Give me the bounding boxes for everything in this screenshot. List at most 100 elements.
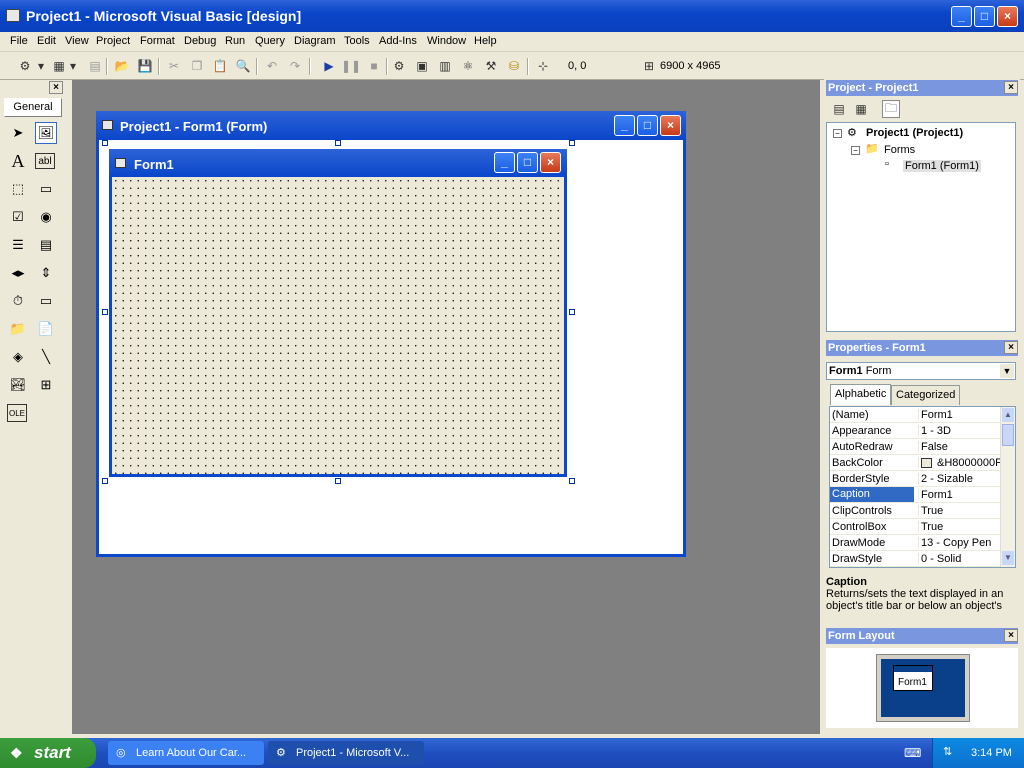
property-grid-scrollbar[interactable]: ▲ ▼	[1000, 407, 1015, 567]
property-row[interactable]: DrawStyle 0 - Solid	[830, 551, 1000, 567]
picturebox-tool-icon[interactable]: 🖼	[35, 122, 57, 144]
view-object-icon[interactable]: ▦	[852, 100, 870, 118]
vscrollbar-tool-icon[interactable]: ⇕	[35, 262, 57, 284]
resize-handle[interactable]	[335, 478, 341, 484]
data-view-icon[interactable]: ⛁	[505, 57, 523, 75]
minimize-button[interactable]: _	[951, 6, 972, 27]
toolbox-icon[interactable]: ⚒	[482, 57, 500, 75]
menu-add-ins[interactable]: Add-Ins	[379, 35, 417, 47]
collapse-icon[interactable]: −	[851, 146, 860, 155]
property-row[interactable]: (Name) Form1	[830, 407, 1000, 423]
resize-handle[interactable]	[569, 309, 575, 315]
menu-editor-icon[interactable]: ▤	[86, 57, 104, 75]
add-project-icon[interactable]: ⚙	[16, 57, 34, 75]
property-row[interactable]: DrawMode 13 - Copy Pen	[830, 535, 1000, 551]
menu-view[interactable]: View	[65, 35, 89, 47]
form1-title-bar[interactable]: Form1 _ □ ×	[109, 149, 567, 177]
listbox-tool-icon[interactable]: ▤	[35, 234, 57, 256]
object-selector-combo[interactable]: Form1 Form ▼	[826, 362, 1016, 380]
filelistbox-tool-icon[interactable]: 📄	[35, 318, 57, 340]
copy-icon[interactable]: ❐	[188, 57, 206, 75]
commandbutton-tool-icon[interactable]: ▭	[35, 178, 57, 200]
scroll-thumb[interactable]	[1002, 424, 1014, 446]
menu-run[interactable]: Run	[225, 35, 245, 47]
optionbutton-tool-icon[interactable]: ◉	[35, 206, 57, 228]
scroll-down-icon[interactable]: ▼	[1002, 551, 1014, 565]
chevron-down-icon[interactable]: ▾	[36, 57, 46, 75]
form1-minimize-button[interactable]: _	[494, 152, 515, 173]
menu-edit[interactable]: Edit	[37, 35, 56, 47]
data-tool-icon[interactable]: ⊞	[35, 374, 57, 396]
start-run-icon[interactable]: ▶	[320, 57, 338, 75]
menu-query[interactable]: Query	[255, 35, 285, 47]
property-row[interactable]: BackColor &H8000000F	[830, 455, 1000, 471]
close-button[interactable]: ×	[997, 6, 1018, 27]
tree-node-project1[interactable]: Project1 (Project1)	[866, 127, 963, 139]
label-tool-icon[interactable]: A	[7, 150, 29, 172]
stop-icon[interactable]: ■	[365, 57, 383, 75]
save-icon[interactable]: 💾	[136, 57, 154, 75]
property-row-selected[interactable]: Caption Form1	[830, 487, 1000, 503]
resize-handle[interactable]	[102, 309, 108, 315]
property-row[interactable]: ControlBox True	[830, 519, 1000, 535]
keyboard-icon[interactable]: ⌨	[904, 746, 921, 760]
property-row[interactable]: BorderStyle 2 - Sizable	[830, 471, 1000, 487]
frame-tool-icon[interactable]: ⬚	[7, 178, 29, 200]
properties-close-button[interactable]: ×	[1004, 341, 1018, 354]
drivelistbox-tool-icon[interactable]: ▭	[35, 290, 57, 312]
property-row[interactable]: Appearance 1 - 3D	[830, 423, 1000, 439]
form-designer-title-bar[interactable]: Project1 - Form1 (Form) _ □ ×	[96, 111, 686, 140]
toolbox-close-button[interactable]: ×	[49, 81, 63, 94]
find-icon[interactable]: 🔍	[234, 57, 252, 75]
resize-handle[interactable]	[335, 140, 341, 146]
chevron-down-icon[interactable]: ▼	[1000, 364, 1014, 378]
property-row[interactable]: ClipControls True	[830, 503, 1000, 519]
project-explorer-close-button[interactable]: ×	[1004, 81, 1018, 94]
menu-project[interactable]: Project	[96, 35, 130, 47]
object-browser-icon[interactable]: ⚛	[459, 57, 477, 75]
tree-node-forms[interactable]: Forms	[884, 144, 915, 156]
network-icon[interactable]: ⇅	[943, 745, 952, 758]
form-layout-preview[interactable]: Form1	[893, 665, 933, 691]
hscrollbar-tool-icon[interactable]: ◂▸	[7, 262, 29, 284]
clock[interactable]: 3:14 PM	[971, 747, 1012, 759]
tree-node-form1[interactable]: Form1 (Form1)	[903, 160, 981, 172]
ole-tool-icon[interactable]: OLE	[7, 404, 27, 422]
cut-icon[interactable]: ✂	[165, 57, 183, 75]
form-designer-close-button[interactable]: ×	[660, 115, 681, 136]
form1-grid[interactable]	[112, 177, 564, 474]
resize-handle[interactable]	[569, 478, 575, 484]
redo-icon[interactable]: ↷	[286, 57, 304, 75]
vb-app-icon[interactable]	[6, 9, 20, 22]
form-layout-icon[interactable]: ▥	[436, 57, 454, 75]
form1-close-button[interactable]: ×	[540, 152, 561, 173]
resize-handle[interactable]	[102, 140, 108, 146]
open-folder-icon[interactable]: 📂	[113, 57, 131, 75]
image-tool-icon[interactable]: 🏞	[7, 374, 29, 396]
menu-debug[interactable]: Debug	[184, 35, 216, 47]
form-designer-maximize-button[interactable]: □	[637, 115, 658, 136]
menu-window[interactable]: Window	[427, 35, 466, 47]
menu-file[interactable]: File	[10, 35, 28, 47]
chevron-down-icon[interactable]: ▾	[68, 57, 78, 75]
resize-handle[interactable]	[569, 140, 575, 146]
properties-window-icon[interactable]: ▣	[413, 57, 431, 75]
collapse-icon[interactable]: −	[833, 129, 842, 138]
combobox-tool-icon[interactable]: ☰	[7, 234, 29, 256]
maximize-button[interactable]: □	[974, 6, 995, 27]
menu-diagram[interactable]: Diagram	[294, 35, 336, 47]
timer-tool-icon[interactable]: ⏱	[7, 290, 29, 312]
add-form-icon[interactable]: ▦	[50, 57, 68, 75]
toggle-folders-icon[interactable]: 🗀	[882, 100, 900, 118]
scroll-up-icon[interactable]: ▲	[1002, 408, 1014, 422]
tab-alphabetic[interactable]: Alphabetic	[830, 384, 892, 405]
resize-handle[interactable]	[102, 478, 108, 484]
taskbar-item-vb[interactable]: ⚙ Project1 - Microsoft V...	[268, 741, 424, 765]
dirlistbox-tool-icon[interactable]: 📁	[7, 318, 29, 340]
property-row[interactable]: AutoRedraw False	[830, 439, 1000, 455]
form-designer-minimize-button[interactable]: _	[614, 115, 635, 136]
toolbox-tab-general[interactable]: General	[4, 98, 62, 117]
line-tool-icon[interactable]: ╲	[35, 346, 57, 368]
tab-categorized[interactable]: Categorized	[891, 385, 961, 405]
pointer-tool-icon[interactable]: ➤	[7, 122, 29, 144]
